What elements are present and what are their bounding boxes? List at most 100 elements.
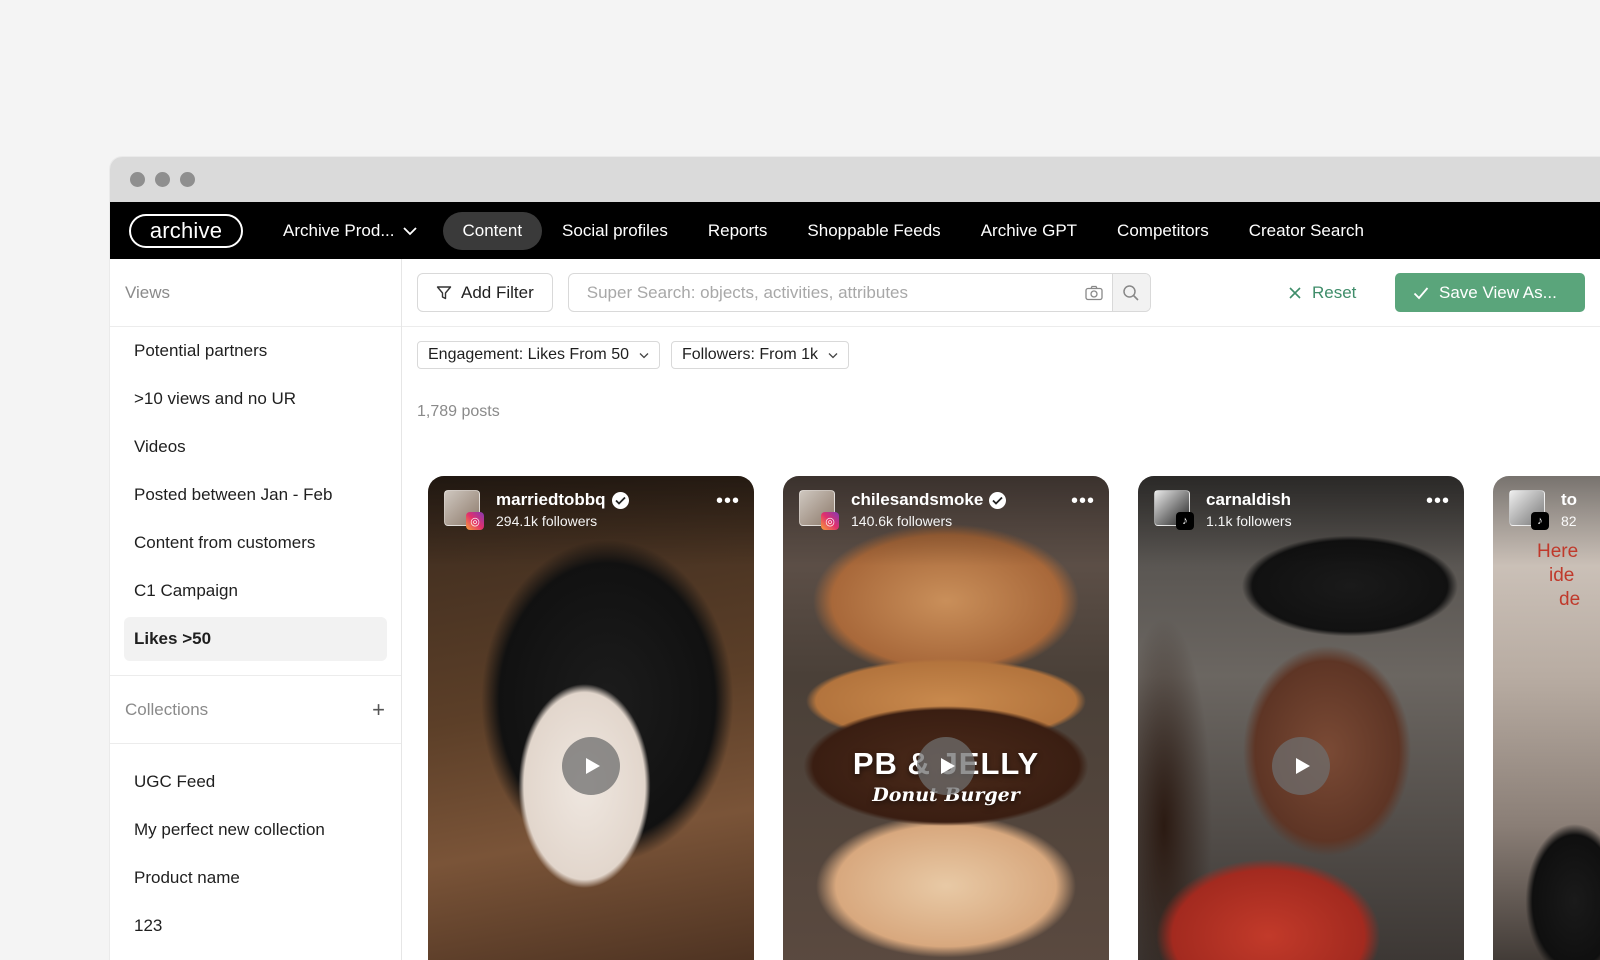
- check-icon: [1413, 286, 1429, 299]
- play-button-icon[interactable]: [1272, 737, 1330, 795]
- more-options-icon[interactable]: •••: [1071, 491, 1095, 511]
- collection-item-product-name[interactable]: Product name: [124, 856, 387, 900]
- nav-tab-reports[interactable]: Reports: [688, 212, 788, 250]
- collections-header: Collections +: [110, 676, 401, 744]
- app-window: archive Archive Prod... Content Social p…: [110, 157, 1600, 960]
- follower-count: 294.1k followers: [496, 513, 598, 529]
- view-item-posted-jan-feb[interactable]: Posted between Jan - Feb: [124, 473, 387, 517]
- reset-label: Reset: [1312, 283, 1357, 302]
- follower-count: 140.6k followers: [851, 513, 953, 529]
- nav-tab-social-profiles[interactable]: Social profiles: [542, 212, 688, 250]
- nav-tab-creator-search[interactable]: Creator Search: [1229, 212, 1384, 250]
- follower-count: 82: [1561, 513, 1577, 529]
- results-count: 1,789 posts: [417, 403, 500, 420]
- content-main: Add Filter Reset Save V: [402, 259, 1600, 960]
- chevron-down-icon: [402, 226, 417, 235]
- archive-logo[interactable]: archive: [129, 213, 243, 248]
- tiktok-icon: ♪: [1531, 512, 1549, 530]
- post-card[interactable]: ♪ to 82 Here ide de: [1493, 476, 1600, 960]
- post-grid: ◎ marriedtobbq 294.1k followers ••• ◎ ch…: [428, 476, 1600, 960]
- chevron-down-icon: [828, 352, 838, 358]
- save-view-label: Save View As...: [1439, 282, 1557, 302]
- creator-handle[interactable]: marriedtobbq: [496, 490, 606, 510]
- save-view-button[interactable]: Save View As...: [1395, 273, 1585, 312]
- post-overlay-line: de: [1559, 589, 1581, 610]
- post-card[interactable]: ◎ chilesandsmoke 140.6k followers ••• PB…: [783, 476, 1109, 960]
- super-search: [567, 273, 1151, 312]
- post-header: ♪ carnaldish 1.1k followers •••: [1154, 490, 1450, 530]
- view-item-10-views-no-ur[interactable]: >10 views and no UR: [124, 377, 387, 421]
- tiktok-icon: ♪: [1176, 512, 1194, 530]
- nav-tab-competitors[interactable]: Competitors: [1097, 212, 1229, 250]
- super-search-input[interactable]: [568, 274, 1076, 311]
- creator-handle-row: to: [1561, 490, 1577, 510]
- org-switcher[interactable]: Archive Prod...: [263, 212, 437, 250]
- add-filter-button[interactable]: Add Filter: [417, 273, 553, 312]
- views-title: Views: [125, 282, 171, 302]
- views-list: Potential partners >10 views and no UR V…: [110, 327, 401, 676]
- play-button-icon[interactable]: [917, 737, 975, 795]
- view-item-c1-campaign[interactable]: C1 Campaign: [124, 569, 387, 613]
- post-card[interactable]: ♪ carnaldish 1.1k followers •••: [1138, 476, 1464, 960]
- creator-info: chilesandsmoke 140.6k followers: [851, 490, 1007, 529]
- creator-handle-row: carnaldish: [1206, 490, 1292, 510]
- more-options-icon[interactable]: •••: [1426, 491, 1450, 511]
- creator-handle[interactable]: chilesandsmoke: [851, 490, 983, 510]
- creator-handle[interactable]: to: [1561, 490, 1577, 510]
- add-filter-label: Add Filter: [461, 282, 534, 302]
- creator-info: carnaldish 1.1k followers: [1206, 490, 1292, 529]
- avatar[interactable]: ♪: [1509, 490, 1549, 530]
- close-icon: [1289, 287, 1301, 299]
- window-zoom-dot[interactable]: [180, 172, 195, 187]
- post-header: ◎ chilesandsmoke 140.6k followers •••: [799, 490, 1095, 530]
- post-overlay-line: Here: [1537, 541, 1579, 562]
- collections-title: Collections: [125, 699, 209, 719]
- views-header: Views: [110, 259, 401, 327]
- collection-item-123[interactable]: 123: [124, 904, 387, 948]
- instagram-icon: ◎: [821, 512, 839, 530]
- post-header: ◎ marriedtobbq 294.1k followers •••: [444, 490, 740, 530]
- filter-chip-engagement[interactable]: Engagement: Likes From 50: [417, 341, 660, 369]
- nav-tab-archive-gpt[interactable]: Archive GPT: [961, 212, 1097, 250]
- view-item-potential-partners[interactable]: Potential partners: [124, 329, 387, 373]
- reset-button[interactable]: Reset: [1288, 277, 1356, 309]
- avatar[interactable]: ◎: [444, 490, 484, 530]
- filter-chip-followers[interactable]: Followers: From 1k: [671, 341, 850, 369]
- more-options-icon[interactable]: •••: [716, 491, 740, 511]
- play-button-icon[interactable]: [562, 737, 620, 795]
- content-toolbar: Add Filter Reset Save V: [402, 259, 1600, 327]
- verified-badge-icon: [989, 491, 1007, 509]
- creator-handle-row: marriedtobbq: [496, 490, 629, 510]
- search-icon[interactable]: [1111, 274, 1150, 311]
- add-collection-plus-icon[interactable]: +: [372, 698, 385, 721]
- post-overlay-line: ide: [1549, 565, 1575, 586]
- sidebar: Views Potential partners >10 views and n…: [110, 259, 402, 960]
- active-filters: Engagement: Likes From 50 Followers: Fro…: [402, 327, 1600, 369]
- avatar[interactable]: ♪: [1154, 490, 1194, 530]
- camera-icon[interactable]: [1076, 285, 1112, 301]
- org-switcher-label: Archive Prod...: [283, 220, 395, 240]
- post-card[interactable]: ◎ marriedtobbq 294.1k followers •••: [428, 476, 754, 960]
- follower-count: 1.1k followers: [1206, 513, 1292, 529]
- nav-tab-content[interactable]: Content: [442, 211, 543, 250]
- instagram-icon: ◎: [466, 512, 484, 530]
- view-item-likes-50[interactable]: Likes >50: [124, 617, 387, 661]
- window-close-dot[interactable]: [130, 172, 145, 187]
- view-item-videos[interactable]: Videos: [124, 425, 387, 469]
- collections-list: UGC Feed My perfect new collection Produ…: [110, 744, 401, 948]
- top-navbar: archive Archive Prod... Content Social p…: [110, 202, 1600, 259]
- nav-tab-shoppable-feeds[interactable]: Shoppable Feeds: [787, 212, 960, 250]
- creator-handle[interactable]: carnaldish: [1206, 490, 1291, 510]
- post-overlay-text: Here ide de: [1537, 540, 1580, 612]
- chevron-down-icon: [639, 352, 649, 358]
- post-header: ♪ to 82: [1509, 490, 1600, 530]
- window-minimize-dot[interactable]: [155, 172, 170, 187]
- collection-item-ugc-feed[interactable]: UGC Feed: [124, 760, 387, 804]
- view-item-content-from-customers[interactable]: Content from customers: [124, 521, 387, 565]
- creator-info: to 82: [1561, 490, 1577, 529]
- filter-funnel-icon: [436, 285, 452, 299]
- collection-item-my-perfect-new-collection[interactable]: My perfect new collection: [124, 808, 387, 852]
- creator-handle-row: chilesandsmoke: [851, 490, 1007, 510]
- avatar[interactable]: ◎: [799, 490, 839, 530]
- filter-chip-engagement-label: Engagement: Likes From 50: [428, 346, 629, 363]
